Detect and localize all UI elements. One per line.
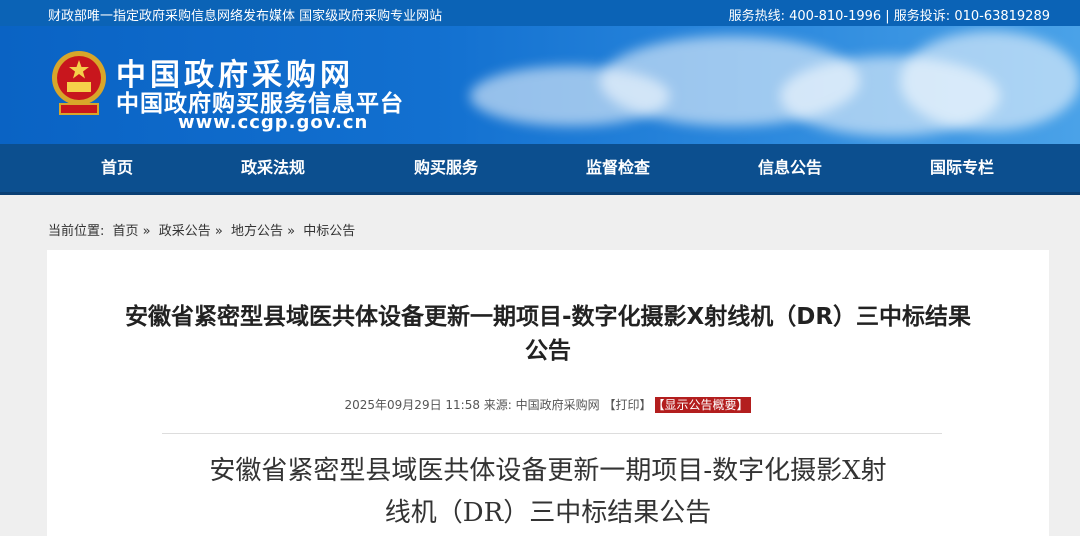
nav-purchase-services[interactable]: 购买服务 — [386, 144, 506, 192]
nav-home[interactable]: 首页 — [57, 144, 177, 192]
nav-supervision[interactable]: 监督检查 — [558, 144, 678, 192]
breadcrumb-home[interactable]: 首页 » — [113, 224, 151, 239]
article-title: 安徽省紧密型县域医共体设备更新一期项目-数字化摄影X射线机（DR）三中标结果 公… — [47, 300, 1049, 368]
article-meta: 2025年09月29日 11:58 来源: 中国政府采购网 【打印】 【显示公告概… — [47, 396, 1049, 413]
breadcrumb: 当前位置: 首页 » 政采公告 » 地方公告 » 中标公告 — [48, 220, 359, 239]
header-banner: 中国政府采购网 中国政府购买服务信息平台 www.ccgp.gov.cn — [0, 26, 1080, 144]
breadcrumb-procurement[interactable]: 政采公告 » — [159, 224, 223, 239]
nav-international[interactable]: 国际专栏 — [902, 144, 1022, 192]
article-title-line2: 公告 — [525, 338, 571, 364]
show-summary-button[interactable]: 【显示公告概要】 — [655, 397, 752, 413]
main-nav: 首页 政采法规 购买服务 监督检查 信息公告 国际专栏 — [0, 144, 1080, 195]
article-title-line1: 安徽省紧密型县域医共体设备更新一期项目-数字化摄影X射线机（DR）三中标结果 — [124, 304, 972, 330]
service-hotline: 服务热线: 400-810-1996 | 服务投诉: 010-63819289 — [728, 9, 1050, 24]
article-meta-text: 2025年09月29日 11:58 来源: 中国政府采购网 【打印】 — [344, 398, 652, 412]
article-panel: 安徽省紧密型县域医共体设备更新一期项目-数字化摄影X射线机（DR）三中标结果 公… — [47, 250, 1049, 536]
site-url: www.ccgp.gov.cn — [178, 112, 369, 133]
site-slogan: 财政部唯一指定政府采购信息网络发布媒体 国家级政府采购专业网站 — [48, 9, 443, 24]
document-title-line1: 安徽省紧密型县域医共体设备更新一期项目-数字化摄影X射 — [209, 456, 887, 486]
national-emblem-icon — [52, 51, 106, 115]
breadcrumb-label: 当前位置: — [48, 224, 105, 239]
breadcrumb-local[interactable]: 地方公告 » — [231, 224, 295, 239]
breadcrumb-award[interactable]: 中标公告 — [303, 224, 355, 239]
divider — [162, 433, 942, 434]
nav-regulations[interactable]: 政采法规 — [213, 144, 333, 192]
top-info-bar: 财政部唯一指定政府采购信息网络发布媒体 国家级政府采购专业网站 服务热线: 40… — [0, 0, 1080, 26]
document-title: 安徽省紧密型县域医共体设备更新一期项目-数字化摄影X射 线机（DR）三中标结果公… — [47, 450, 1049, 534]
document-title-line2: 线机（DR）三中标结果公告 — [384, 498, 712, 528]
nav-announcements[interactable]: 信息公告 — [730, 144, 850, 192]
